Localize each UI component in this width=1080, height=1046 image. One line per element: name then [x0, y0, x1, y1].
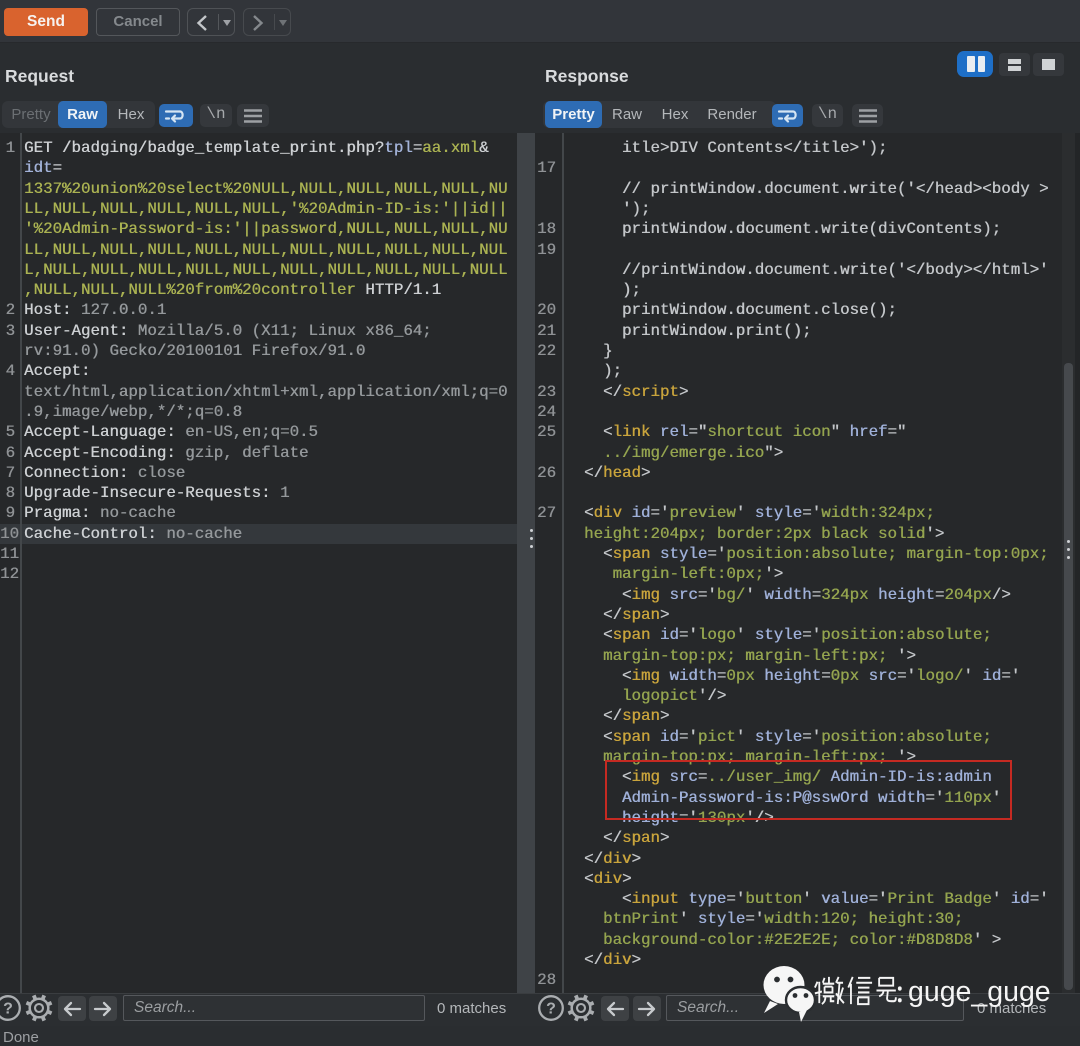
- svg-text:?: ?: [3, 1001, 13, 1018]
- svg-text:?: ?: [546, 1001, 556, 1018]
